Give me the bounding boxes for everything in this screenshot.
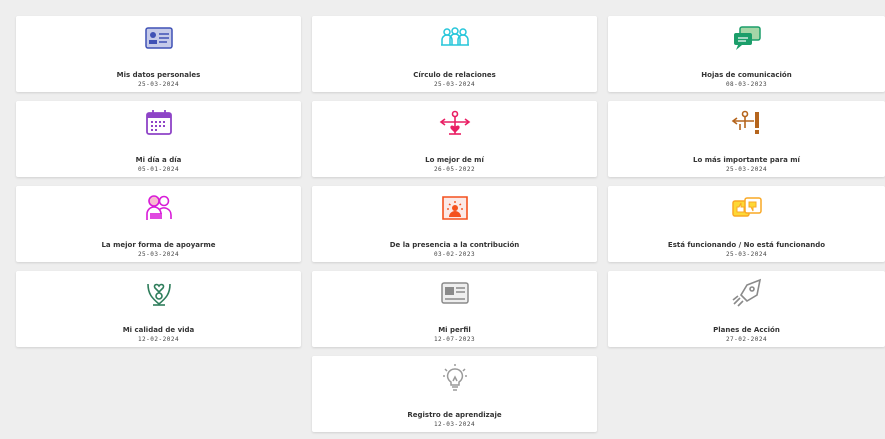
card-mis-datos-personales[interactable]: Mis datos personales 25-03-2024 [16, 16, 301, 92]
card-lo-mas-importante-para-mi[interactable]: Lo más importante para mí 25-03-2024 [608, 101, 885, 177]
card-mi-dia-a-dia[interactable]: Mi día a día 05-01-2024 [16, 101, 301, 177]
card-circulo-de-relaciones[interactable]: Círculo de relaciones 25-03-2024 [312, 16, 597, 92]
thumbs-icon [730, 193, 764, 223]
card-date: 25-03-2024 [725, 166, 768, 173]
card-date: 26-05-2022 [433, 166, 476, 173]
priority-icon [730, 108, 764, 138]
card-date: 25-03-2024 [137, 81, 180, 88]
card-date: 05-01-2024 [137, 166, 180, 173]
card-title: Registro de aprendizaje [407, 411, 502, 419]
card-title: Hojas de comunicación [701, 71, 792, 79]
contribution-icon [438, 193, 472, 223]
card-date: 08-03-2023 [725, 81, 768, 88]
calendar-icon [142, 108, 176, 138]
card-date: 25-03-2024 [137, 251, 180, 258]
card-title: Mi perfil [438, 326, 471, 334]
heart-scale-icon [438, 108, 472, 138]
card-title: Lo más importante para mí [693, 156, 800, 164]
card-title: Mi calidad de vida [122, 326, 195, 334]
card-title: Círculo de relaciones [413, 71, 496, 79]
card-de-la-presencia-a-la-contribucion[interactable]: De la presencia a la contribución 03-02-… [312, 186, 597, 262]
card-title: La mejor forma de apoyarme [101, 241, 216, 249]
profile-card-icon [438, 278, 472, 308]
card-date: 25-03-2024 [433, 81, 476, 88]
lightbulb-icon [438, 363, 472, 393]
card-esta-funcionando[interactable]: Está funcionando / No está funcionando 2… [608, 186, 885, 262]
card-title: Mi día a día [135, 156, 182, 164]
people-circle-icon [438, 23, 472, 53]
support-people-icon [142, 193, 176, 223]
card-date: 03-02-2023 [433, 251, 476, 258]
chat-bubbles-icon [730, 23, 764, 53]
rocket-icon [730, 278, 764, 308]
card-date: 12-02-2024 [137, 336, 180, 343]
card-date: 12-07-2023 [433, 336, 476, 343]
card-registro-de-aprendizaje[interactable]: Registro de aprendizaje 12-03-2024 [312, 356, 597, 432]
id-card-icon [142, 23, 176, 53]
card-title: Mis datos personales [116, 71, 201, 79]
card-hojas-de-comunicacion[interactable]: Hojas de comunicación 08-03-2023 [608, 16, 885, 92]
card-date: 12-03-2024 [433, 421, 476, 428]
card-mi-perfil[interactable]: Mi perfil 12-07-2023 [312, 271, 597, 347]
card-title: Está funcionando / No está funcionando [667, 241, 826, 249]
card-la-mejor-forma-de-apoyarme[interactable]: La mejor forma de apoyarme 25-03-2024 [16, 186, 301, 262]
card-date: 27-02-2024 [725, 336, 768, 343]
card-title: Lo mejor de mí [425, 156, 484, 164]
wellbeing-icon [142, 278, 176, 308]
card-planes-de-accion[interactable]: Planes de Acción 27-02-2024 [608, 271, 885, 347]
card-date: 25-03-2024 [725, 251, 768, 258]
card-title: Planes de Acción [713, 326, 780, 334]
card-lo-mejor-de-mi[interactable]: Lo mejor de mí 26-05-2022 [312, 101, 597, 177]
card-mi-calidad-de-vida[interactable]: Mi calidad de vida 12-02-2024 [16, 271, 301, 347]
card-title: De la presencia a la contribución [389, 241, 520, 249]
